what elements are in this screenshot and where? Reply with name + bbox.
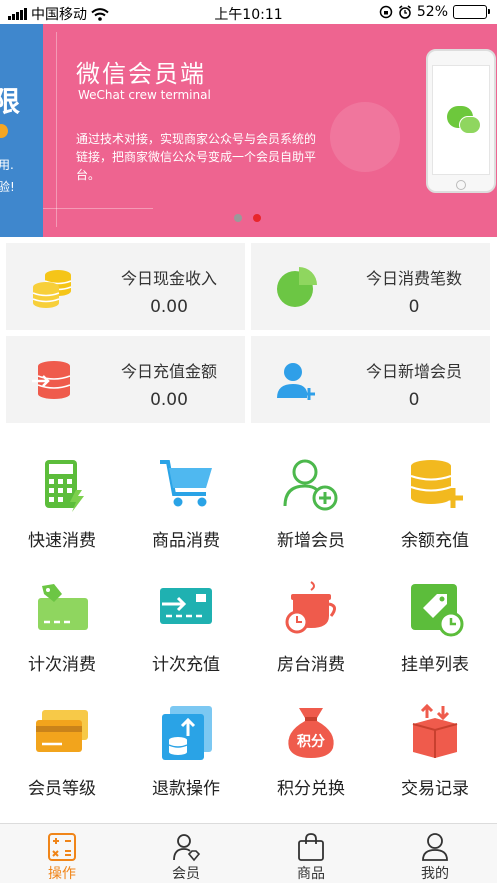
grid-label: 积分兑换 [277, 779, 345, 799]
grid-label: 房台消费 [277, 655, 345, 675]
phone-screen [432, 65, 490, 175]
tab-products[interactable]: 商品 [249, 824, 373, 883]
tab-mine[interactable]: 我的 [373, 824, 497, 883]
tab-label: 我的 [421, 866, 449, 882]
grid-label: 计次充值 [152, 655, 220, 675]
grid-label: 交易记录 [401, 779, 469, 799]
carousel-dot[interactable] [234, 214, 242, 222]
banner-subtitle: WeChat crew terminal [78, 88, 211, 102]
grid-label: 挂单列表 [401, 655, 469, 675]
grid-label: 商品消费 [152, 531, 220, 551]
phone-illustration [426, 49, 496, 193]
cards-icon [36, 710, 88, 752]
stat-card-new-members[interactable]: 今日新增会员 0 [251, 336, 490, 423]
stat-label: 今日新增会员 [365, 362, 462, 381]
tab-operations[interactable]: 操作 [0, 824, 124, 883]
today-stats: 今日现金收入 0.00 今日消费笔数 0 今日充值金额 0.00 今日新增会员 … [0, 237, 497, 429]
orientation-lock-icon [379, 5, 393, 19]
pie-chart-icon [277, 267, 317, 307]
banner-decoration-line [43, 208, 153, 209]
tab-bar: 操作 会员 商品 我的 [0, 823, 497, 883]
banner-description: 通过技术对接，实现商家公众号与会员系统的链接，把商家微信公众号变成一个会员自助平… [76, 132, 317, 182]
battery-icon [453, 5, 490, 19]
grid-label: 新增会员 [277, 531, 345, 551]
stat-value: 0 [408, 390, 420, 410]
banner-decoration-circle [330, 102, 400, 172]
points-text: 积分 [297, 733, 325, 750]
banner-title: 微信会员端 [76, 60, 206, 88]
prev-slide-text-2: 验! [0, 180, 15, 194]
carousel-dot-active[interactable] [253, 214, 261, 222]
shopping-bag-icon [298, 833, 324, 861]
grid-item-add-member[interactable]: 新增会员 [249, 440, 373, 564]
member-icon [173, 834, 201, 862]
grid-item-room-consume[interactable]: 房台消费 [249, 564, 373, 688]
coin-stack-plus-icon [410, 460, 463, 508]
calculator-icon [45, 460, 84, 512]
grid-item-pending-orders[interactable]: 挂单列表 [373, 564, 497, 688]
function-grid: 快速消费 商品消费 新增会员 余额充值 计次消费 计次充值 房台消费 挂单列表 … [0, 440, 497, 820]
grid-item-count-consume[interactable]: 计次消费 [0, 564, 124, 688]
grid-item-points-exchange[interactable]: 积分 积分兑换 [249, 688, 373, 812]
coins-icon [32, 270, 72, 308]
prev-slide-text-1: 用. [0, 158, 14, 172]
grid-label: 快速消费 [28, 531, 96, 551]
grid-item-member-level[interactable]: 会员等级 [0, 688, 124, 812]
database-arrow-icon [32, 361, 71, 399]
status-bar: 中国移动 上午10:11 52% [0, 0, 497, 24]
tab-label: 会员 [172, 866, 200, 882]
grid-label: 退款操作 [152, 779, 220, 799]
tag-clock-icon [411, 584, 464, 637]
refund-database-icon [162, 706, 212, 760]
grid-label: 计次消费 [28, 655, 96, 675]
status-right: 52% [379, 4, 490, 20]
box-arrows-icon [412, 703, 458, 758]
battery-percent: 52% [416, 4, 448, 20]
stat-card-recharge-amount[interactable]: 今日充值金额 0.00 [6, 336, 245, 423]
grid-label: 余额充值 [401, 531, 469, 551]
stat-value: 0.00 [150, 297, 188, 317]
add-user-icon [277, 363, 315, 400]
stat-label: 今日充值金额 [120, 362, 217, 381]
card-tag-icon [38, 584, 88, 630]
carousel-dots [234, 214, 261, 222]
prev-slide-heading: 限 [0, 85, 21, 118]
grid-item-transaction-records[interactable]: 交易记录 [373, 688, 497, 812]
person-icon [422, 833, 448, 861]
banner-decoration-line [56, 32, 57, 227]
promo-banner[interactable]: 限 用. 验! 微信会员端 WeChat crew terminal 通过技术对… [0, 24, 497, 237]
grid-item-refund[interactable]: 退款操作 [124, 688, 248, 812]
tab-members[interactable]: 会员 [124, 824, 248, 883]
banner-prev-slide[interactable]: 限 用. 验! [0, 24, 43, 237]
cart-icon [160, 460, 212, 507]
tab-label: 商品 [297, 866, 325, 882]
grid-item-quick-consume[interactable]: 快速消费 [0, 440, 124, 564]
alarm-icon [398, 5, 411, 19]
stat-card-consumption-count[interactable]: 今日消费笔数 0 [251, 243, 490, 330]
stat-card-cash-income[interactable]: 今日现金收入 0.00 [6, 243, 245, 330]
grid-item-product-consume[interactable]: 商品消费 [124, 440, 248, 564]
grid-item-count-recharge[interactable]: 计次充值 [124, 564, 248, 688]
stat-value: 0.00 [150, 390, 188, 410]
points-bag-icon: 积分 [288, 708, 334, 758]
wechat-icon [459, 116, 481, 134]
phone-home-button [456, 180, 466, 190]
stat-value: 0 [408, 297, 420, 317]
add-user-icon [283, 459, 338, 511]
prev-slide-dot [0, 124, 8, 138]
card-arrow-icon [160, 588, 212, 624]
grid-item-balance-recharge[interactable]: 余额充值 [373, 440, 497, 564]
grid-label: 会员等级 [28, 779, 96, 799]
calculator-icon [48, 833, 76, 861]
stat-label: 今日消费笔数 [365, 269, 462, 288]
teacup-clock-icon [285, 581, 336, 634]
tab-label: 操作 [48, 866, 76, 882]
stat-label: 今日现金收入 [120, 269, 217, 288]
